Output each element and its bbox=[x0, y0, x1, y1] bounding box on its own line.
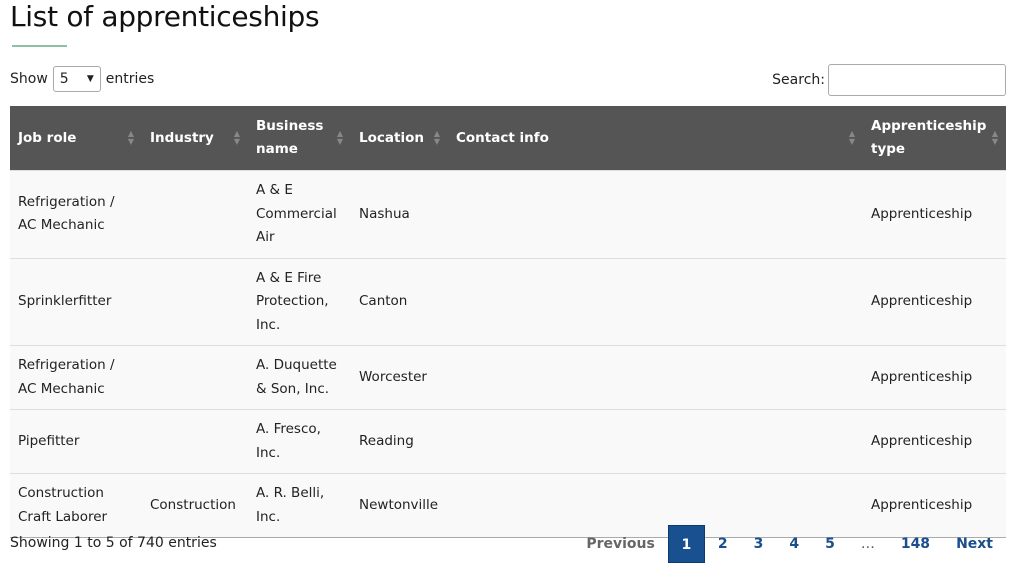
table-cell bbox=[142, 345, 248, 410]
table-cell bbox=[448, 170, 863, 258]
column-header[interactable]: Contact info ▲ ▼ bbox=[448, 106, 863, 171]
pagination-ellipsis: … bbox=[860, 536, 875, 552]
table-info: Showing 1 to 5 of 740 entries bbox=[10, 535, 217, 551]
sort-icon: ▲ ▼ bbox=[336, 129, 343, 146]
page-4-button[interactable]: 4 bbox=[776, 525, 812, 563]
column-header[interactable]: Industry ▲ ▼ bbox=[142, 106, 248, 171]
page-1-button[interactable]: 1 bbox=[667, 525, 705, 563]
table-row: Refrigeration / AC Mechanic A & E Commerc… bbox=[10, 170, 1006, 258]
table-cell: A & E Commercial Air bbox=[248, 170, 351, 258]
previous-button[interactable]: Previous bbox=[573, 525, 668, 563]
search-input[interactable] bbox=[828, 64, 1006, 96]
apprenticeships-table: Job role ▲ ▼ Industry ▲ ▼ Business name ▲ ▼ Locat… bbox=[10, 106, 1006, 538]
sort-icon: ▲ ▼ bbox=[233, 129, 240, 146]
page-3-button[interactable]: 3 bbox=[741, 525, 777, 563]
column-header[interactable]: Location ▲ ▼ bbox=[351, 106, 448, 171]
table-cell: A. R. Belli, Inc. bbox=[248, 473, 351, 538]
sort-icon: ▲ ▼ bbox=[127, 129, 134, 146]
table-cell bbox=[448, 257, 863, 346]
table-cell: A. Fresco, Inc. bbox=[248, 409, 351, 474]
show-label: Show bbox=[10, 71, 48, 87]
table-row: Refrigeration / AC Mechanic A. Duquette &… bbox=[10, 345, 1006, 410]
entries-label: entries bbox=[105, 71, 155, 87]
sort-icon: ▲ ▼ bbox=[991, 129, 998, 146]
column-header-label: Job role bbox=[18, 129, 77, 146]
table-cell: Refrigeration / AC Mechanic bbox=[10, 170, 142, 258]
entries-select-value: 5 bbox=[59, 71, 69, 87]
table-cell: Reading bbox=[351, 409, 448, 474]
table-cell: Nashua bbox=[351, 170, 448, 258]
table-cell: Apprenticeship bbox=[863, 345, 1006, 410]
search-label: Search: bbox=[772, 72, 825, 88]
table-cell: Apprenticeship bbox=[863, 257, 1006, 346]
table-row: Sprinklerfitter A & E Fire Protection, In… bbox=[10, 257, 1006, 346]
table-cell: Construction bbox=[142, 473, 248, 538]
page-title: List of apprenticeships bbox=[10, 0, 320, 33]
table-cell: Canton bbox=[351, 257, 448, 346]
table-cell bbox=[142, 257, 248, 346]
column-header-label: Contact info bbox=[456, 129, 549, 146]
next-button[interactable]: Next bbox=[943, 525, 1006, 563]
column-header[interactable]: Job role ▲ ▼ bbox=[10, 106, 142, 171]
table-cell: Newtonville bbox=[351, 473, 448, 538]
table-cell: Apprenticeship bbox=[863, 409, 1006, 474]
entries-length-control: Show 5 ▼ entries bbox=[10, 66, 154, 92]
table-row: Pipefitter A. Fresco, Inc. Reading Apprenti… bbox=[10, 409, 1006, 474]
page-2-button[interactable]: 2 bbox=[705, 525, 741, 563]
table-cell: Worcester bbox=[351, 345, 448, 410]
table-cell bbox=[448, 345, 863, 410]
table-cell bbox=[448, 409, 863, 474]
table-cell: Sprinklerfitter bbox=[10, 257, 142, 346]
table-cell: A. Duquette & Son, Inc. bbox=[248, 345, 351, 410]
column-header-label: Industry bbox=[150, 129, 214, 146]
sort-icon: ▲ ▼ bbox=[848, 129, 855, 146]
table-cell: Construction Craft Laborer bbox=[10, 473, 142, 538]
column-header-label: Location bbox=[359, 129, 424, 146]
chevron-down-icon: ▼ bbox=[86, 74, 94, 84]
column-header[interactable]: Business name ▲ ▼ bbox=[248, 106, 351, 171]
table-cell bbox=[142, 409, 248, 474]
entries-select[interactable]: 5 ▼ bbox=[52, 66, 101, 92]
table-cell bbox=[142, 170, 248, 258]
column-header-label: Business name bbox=[256, 118, 324, 157]
sort-icon: ▲ ▼ bbox=[433, 129, 440, 146]
page-5-button[interactable]: 5 bbox=[812, 525, 848, 563]
table-cell: Apprenticeship bbox=[863, 170, 1006, 258]
table-cell: A & E Fire Protection, Inc. bbox=[248, 257, 351, 346]
title-accent-line bbox=[12, 45, 67, 47]
pagination: Previous 1 2 3 4 5 … 148 Next bbox=[573, 525, 1006, 563]
column-header-label: Apprenticeship type bbox=[871, 118, 987, 157]
table-cell: Refrigeration / AC Mechanic bbox=[10, 345, 142, 410]
column-header[interactable]: Apprenticeship type ▲ ▼ bbox=[863, 106, 1006, 171]
search-control: Search: bbox=[772, 64, 1006, 96]
table-cell: Pipefitter bbox=[10, 409, 142, 474]
page-last-button[interactable]: 148 bbox=[888, 525, 943, 563]
